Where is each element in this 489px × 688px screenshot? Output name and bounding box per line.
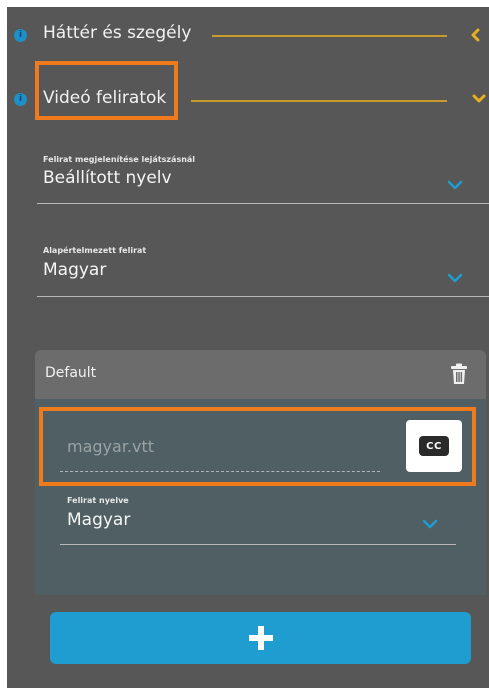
chevron-down-icon[interactable] [472,92,486,106]
section-header-background-border[interactable]: i Háttér és szegély [7,17,489,53]
display-on-play-label: Felirat megjelenítése lejátszásnál [43,155,196,164]
chevron-left-icon[interactable] [469,28,483,42]
chevron-down-icon[interactable] [447,273,463,283]
trash-icon[interactable] [450,363,468,385]
field-underline [37,296,489,297]
chevron-down-icon[interactable] [447,180,463,190]
info-icon[interactable]: i [14,29,27,42]
default-subtitle-label: Alapértelmezett felirat [43,246,147,255]
field-underline [60,544,456,545]
plus-icon [248,626,273,650]
subtitle-card-header: Default [35,350,486,399]
highlight-box-section-title [35,61,178,120]
section-divider-line [212,35,447,37]
subtitle-card-title: Default [45,365,97,381]
subtitle-language-label: Felirat nyelve [67,496,129,505]
display-on-play-select[interactable]: Beállított nyelv [43,168,172,188]
file-input-underline [60,471,380,472]
info-icon[interactable]: i [14,93,27,106]
chevron-down-icon[interactable] [422,519,438,529]
cc-upload-button[interactable]: CC [406,420,462,472]
section-title: Háttér és szegély [43,23,192,43]
add-subtitle-button[interactable] [50,612,471,664]
field-underline [37,203,489,204]
section-divider-line [191,100,447,102]
default-subtitle-select[interactable]: Magyar [43,260,106,280]
subtitle-file-input[interactable]: magyar.vtt [67,437,154,456]
closed-captions-icon: CC [419,436,449,456]
subtitle-language-select[interactable]: Magyar [67,510,130,530]
